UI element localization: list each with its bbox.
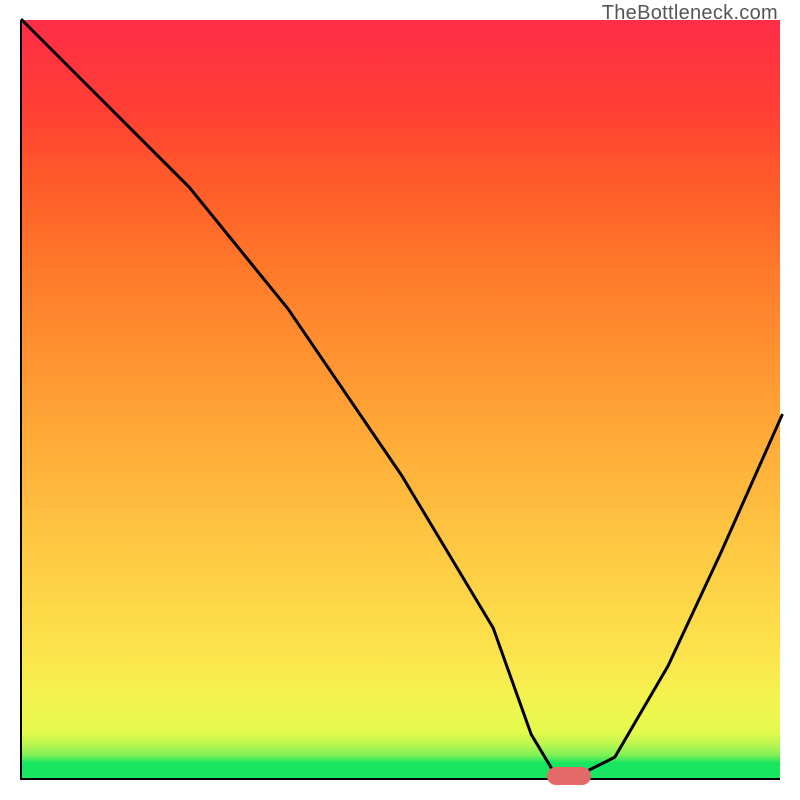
chart-container: TheBottleneck.com: [0, 0, 800, 800]
curve-svg: [22, 20, 782, 780]
highlight-marker: [547, 767, 591, 785]
plot-area: [20, 20, 780, 780]
bottleneck-curve: [22, 20, 782, 772]
